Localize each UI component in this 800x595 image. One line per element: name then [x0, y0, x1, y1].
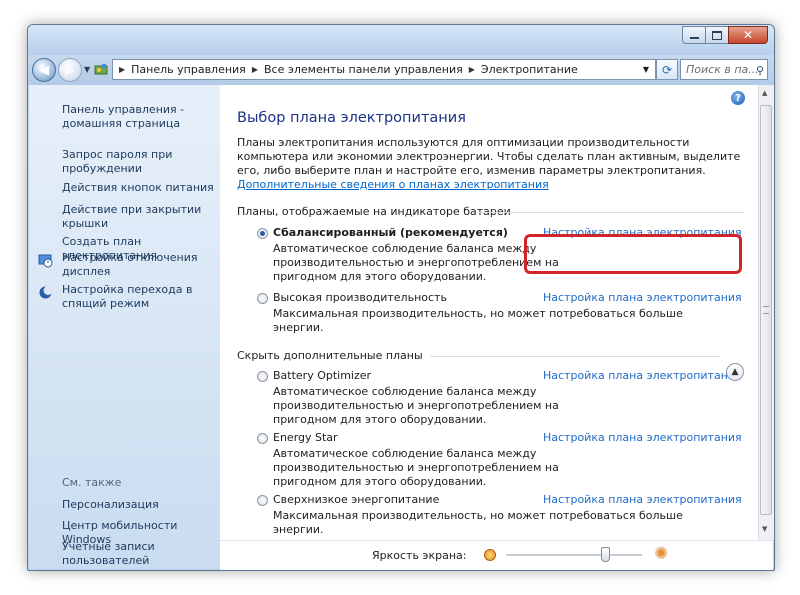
plan-radio-balanced[interactable] [257, 228, 268, 239]
plan-settings-link-ultra-low[interactable]: Настройка плана электропитания [543, 493, 742, 506]
plan-name-energy-star[interactable]: Energy Star [273, 431, 338, 444]
plan-settings-link-high-performance[interactable]: Настройка плана электропитания [543, 291, 742, 304]
vertical-scrollbar[interactable]: ▲ ▼ [758, 85, 774, 540]
address-dropdown-icon[interactable]: ▼ [643, 65, 649, 74]
brightness-slider[interactable] [506, 547, 642, 562]
brightness-label: Яркость экрана: [372, 549, 467, 562]
caption-buttons: ✕ [682, 26, 768, 44]
close-button[interactable]: ✕ [728, 26, 768, 44]
plan-name-ultra-low[interactable]: Сверхнизкое энергопитание [273, 493, 439, 506]
page-title: Выбор плана электропитания [237, 110, 466, 126]
sidebar-item-power-buttons[interactable]: Действия кнопок питания [62, 181, 220, 195]
refresh-icon: ⟳ [661, 62, 673, 77]
plan-name-balanced[interactable]: Сбалансированный (рекомендуется) [273, 226, 508, 239]
refresh-button[interactable]: ⟳ [656, 59, 678, 80]
see-also-title: См. также [62, 476, 122, 489]
description-text: Планы электропитания используются для оп… [237, 136, 741, 177]
breadcrumb-separator-icon: ▶ [468, 65, 475, 74]
forward-arrow-icon: ▶ [65, 62, 75, 78]
breadcrumb-item[interactable]: Все элементы панели управления [264, 63, 463, 76]
minimize-button[interactable] [682, 26, 706, 44]
minimize-icon [689, 37, 699, 39]
search-input[interactable]: Поиск в па... ⚲ [680, 59, 768, 80]
main-content: Выбор плана электропитания Планы электро… [220, 85, 758, 540]
breadcrumb-item[interactable]: Электропитание [481, 63, 578, 76]
chevron-up-icon: ▲ [731, 367, 739, 377]
plan-radio-battery-optimizer[interactable] [257, 371, 268, 382]
page-description: Планы электропитания используются для оп… [237, 136, 747, 192]
sidebar-item-lid-close[interactable]: Действие при закрытии крышки [62, 203, 220, 231]
plan-desc-energy-star: Автоматическое соблюдение баланса между … [273, 447, 559, 488]
plan-desc-high-performance: Максимальная производительность, но може… [273, 307, 683, 334]
sidebar-item-user-accounts[interactable]: Учетные записи пользователей [62, 540, 220, 568]
history-dropdown-icon[interactable]: ▼ [84, 65, 90, 74]
plan-settings-link-energy-star[interactable]: Настройка плана электропитания [543, 431, 742, 444]
collapse-plans-button[interactable]: ▲ [726, 363, 744, 381]
control-panel-icon [94, 62, 108, 76]
breadcrumb-item[interactable]: Панель управления [131, 63, 246, 76]
brightness-dim-icon [484, 549, 496, 561]
sleep-moon-icon [38, 285, 53, 300]
control-panel-window: ✕ ◀ ▶ ▼ ▶ Панель управления ▶ Все элемен… [27, 24, 775, 571]
help-icon[interactable]: ? [731, 91, 745, 105]
status-bar: Яркость экрана: ✺ [220, 540, 773, 570]
search-icon[interactable]: ⚲ [756, 61, 764, 80]
brightness-bright-icon: ✺ [654, 544, 669, 564]
maximize-icon [712, 30, 722, 40]
title-bar[interactable]: ✕ [28, 25, 774, 55]
breadcrumb-separator-icon: ▶ [119, 65, 126, 74]
back-button[interactable]: ◀ [32, 58, 56, 82]
hidden-plans-label: Скрыть дополнительные планы [237, 349, 423, 362]
highlight-frame [524, 234, 742, 274]
breadcrumb-separator-icon: ▶ [251, 65, 258, 74]
maximize-button[interactable] [705, 26, 729, 44]
plan-name-battery-optimizer[interactable]: Battery Optimizer [273, 369, 371, 382]
sidebar: Панель управления - домашняя страница За… [29, 85, 220, 569]
plan-radio-energy-star[interactable] [257, 433, 268, 444]
scrollbar-thumb[interactable] [760, 105, 772, 515]
scroll-up-icon[interactable]: ▲ [762, 89, 767, 97]
group-divider [478, 212, 744, 213]
scroll-down-icon[interactable]: ▼ [762, 525, 767, 533]
display-timer-icon [38, 253, 53, 268]
sidebar-item-home[interactable]: Панель управления - домашняя страница [62, 103, 220, 131]
plan-radio-ultra-low[interactable] [257, 495, 268, 506]
close-icon: ✕ [742, 28, 754, 42]
plan-radio-high-performance[interactable] [257, 293, 268, 304]
breadcrumb[interactable]: ▶ Панель управления ▶ Все элементы панел… [112, 59, 656, 80]
more-info-link[interactable]: Дополнительные сведения о планах электро… [237, 178, 549, 191]
group-divider [430, 356, 720, 357]
plan-settings-link-battery-optimizer[interactable]: Настройка плана электропитания [543, 369, 742, 382]
sidebar-item-personalization[interactable]: Персонализация [62, 498, 220, 512]
battery-plans-label: Планы, отображаемые на индикаторе батаре… [237, 205, 511, 218]
back-arrow-icon: ◀ [39, 62, 49, 78]
sidebar-item-sleep[interactable]: Настройка перехода в спящий режим [62, 283, 220, 311]
plan-desc-battery-optimizer: Автоматическое соблюдение баланса между … [273, 385, 559, 426]
scroll-grip-icon [763, 306, 769, 314]
plan-desc-ultra-low: Максимальная производительность, но може… [273, 509, 683, 536]
plan-name-high-performance[interactable]: Высокая производительность [273, 291, 447, 304]
address-bar: ◀ ▶ ▼ ▶ Панель управления ▶ Все элементы… [28, 55, 774, 85]
sidebar-item-display-off[interactable]: Настройка отключения дисплея [62, 251, 220, 279]
forward-button[interactable]: ▶ [58, 58, 82, 82]
sidebar-item-password[interactable]: Запрос пароля при пробуждении [62, 148, 220, 176]
search-placeholder: Поиск в па... [686, 63, 759, 76]
brightness-slider-thumb[interactable] [601, 547, 610, 562]
